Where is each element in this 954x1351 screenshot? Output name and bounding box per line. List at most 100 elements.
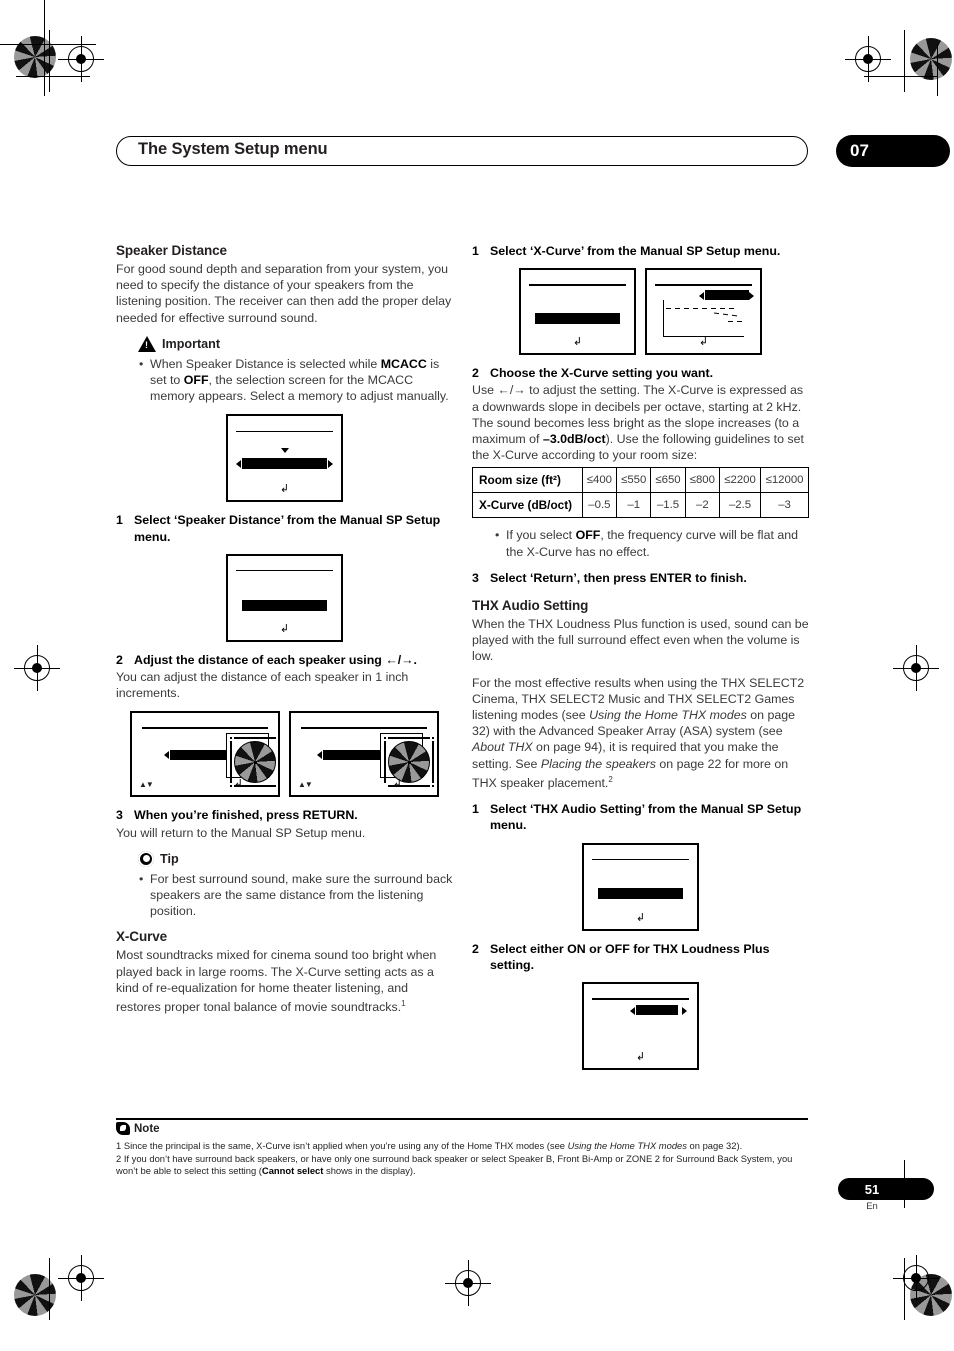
osd-divider (301, 727, 427, 729)
osd-divider (235, 430, 334, 433)
table-cell: ≤800 (684, 467, 721, 494)
osd-divider (528, 284, 627, 286)
footnote-1: 1 Since the principal is the same, X-Cur… (116, 1140, 816, 1153)
return-icon: ↲ (635, 911, 646, 924)
osd-x-curve-pair: ↲ ↲ (472, 268, 809, 356)
step-text: Select ‘Return’, then press ENTER to fin… (490, 570, 747, 585)
tip-bullet-list: For best surround sound, make sure the s… (116, 871, 453, 920)
note-header: Note (116, 1122, 160, 1135)
important-text-pre: When Speaker Distance is selected while (150, 356, 381, 371)
table-cell: –3 (760, 492, 809, 519)
step-1-select-x-curve: 1 Select ‘X-Curve’ from the Manual SP Set… (472, 243, 809, 259)
room-size-label: Room size (ft²) (479, 473, 561, 488)
step-text: Choose the X-Curve setting you want. (490, 366, 714, 381)
footnote-2-post: shows in the display). (323, 1165, 416, 1177)
step-number: 2 (472, 366, 479, 381)
step-number: 2 (116, 652, 123, 667)
speaker-cell (432, 741, 434, 784)
step-2-choose-x-curve: 2 Choose the X-Curve setting you want. (472, 365, 809, 381)
x-curve-intro-text: Most soundtracks mixed for cinema sound … (116, 948, 437, 1015)
step-1-select-thx-audio: 1 Select ‘THX Audio Setting’ from the Man… (472, 801, 809, 833)
registration-mark-bottom-right (893, 1255, 939, 1301)
step-3-finish: 3 When you’re finished, press RETURN. (116, 807, 453, 823)
speaker-cell (234, 737, 276, 740)
footnote-1-ref: Using the Home THX modes (567, 1140, 687, 1151)
footnote-2-pre: 2 If you don’t have surround back speake… (116, 1152, 793, 1177)
table-header-room-size: Room size (ft²) (472, 467, 583, 494)
crop-mark-corner-tr-h (864, 76, 938, 77)
x-curve-flat-segment (665, 307, 735, 309)
step-2-body: Use ←/→ to adjust the setting. The X-Cur… (472, 382, 809, 463)
crop-mark-corner-br-v (904, 1258, 905, 1320)
arrow-left-icon (699, 291, 704, 300)
registration-mark-mid-left (14, 645, 60, 691)
step-text: Select ‘Speaker Distance’ from the Manua… (134, 513, 441, 544)
tip-callout: Tip (136, 848, 453, 869)
x-curve-tail-segment (728, 320, 745, 322)
list-item: When Speaker Distance is selected while … (139, 356, 453, 405)
chapter-number-badge: 07 (836, 135, 950, 167)
thx-audio-para-1: When the THX Loudness Plus function is u… (472, 617, 809, 664)
note-icon (116, 1122, 130, 1135)
step-text: Select either ON or OFF for THX Loudness… (490, 941, 770, 972)
off-term: OFF (183, 373, 209, 388)
step-2-body: You can adjust the distance of each spea… (116, 670, 409, 701)
return-icon: ↲ (698, 336, 709, 349)
warning-triangle-icon (138, 335, 156, 352)
table-cell: –1 (616, 492, 652, 519)
note-label: Note (134, 1122, 160, 1135)
table-cell: ≤650 (650, 467, 686, 494)
important-bullet-list: When Speaker Distance is selected while … (116, 356, 453, 405)
table-cell: –0.5 (581, 492, 618, 519)
speaker-cell (230, 737, 232, 740)
off-bullet-list: If you select OFF, the frequency curve w… (472, 527, 809, 559)
room-size-x-curve-table: Room size (ft²) ≤400 ≤550 ≤650 ≤800 ≤220… (472, 467, 809, 519)
arrow-left-icon (236, 460, 241, 469)
listening-position-marker (234, 741, 276, 784)
speaker-cell-empty (278, 785, 280, 787)
table-row-x-curve: X-Curve (dB/oct) –0.5 –1 –1.5 –2 –2.5 –3 (472, 492, 809, 519)
osd-distance-value-bar (323, 749, 381, 760)
step-number: 3 (116, 808, 123, 823)
arrow-left-icon (630, 1006, 635, 1015)
osd-x-curve-graph-screen: ↲ (645, 268, 762, 356)
osd-selected-item-bar (534, 313, 621, 325)
osd-on-off-value-bar (636, 1005, 678, 1015)
registration-mark-top-left (58, 36, 104, 82)
step-text: When you’re finished, press RETURN. (134, 808, 358, 823)
list-item: If you select OFF, the frequency curve w… (495, 527, 809, 559)
ref-placing-speakers: Placing the speakers (540, 756, 656, 771)
step-number: 3 (472, 570, 479, 585)
step-2-adjust-distance: 2 Adjust the distance of each speaker usi… (116, 652, 453, 668)
step-number: 2 (472, 941, 479, 956)
step-1-speaker-distance: 1 Select ‘Speaker Distance’ from the Manu… (116, 512, 453, 544)
speaker-distance-heading: Speaker Distance (116, 243, 227, 258)
footnote-2: 2 If you don’t have surround back speake… (116, 1153, 816, 1178)
off-term: OFF (575, 528, 601, 543)
cannot-select-term: Cannot select (261, 1165, 324, 1177)
step-3-body: You will return to the Manual SP Setup m… (116, 825, 366, 840)
osd-x-curve-menu-screen: ↲ (519, 268, 636, 356)
speaker-cell (388, 737, 430, 740)
crop-mark-corner-tr-v (904, 30, 905, 92)
important-label: Important (162, 336, 221, 351)
osd-thx-audio-menu-screen: ↲ (582, 842, 699, 931)
x-curve-response-graph (662, 300, 745, 337)
speaker-cell (278, 741, 280, 784)
table-cell: ≤400 (581, 467, 618, 494)
step-text: Adjust the distance of each speaker usin… (134, 652, 417, 667)
table-row-room-size: Room size (ft²) ≤400 ≤550 ≤650 ≤800 ≤220… (472, 467, 809, 494)
crop-mark-corner-tl-v (49, 30, 50, 92)
x-curve-slope-segment (713, 312, 738, 317)
thx-audio-para-2: For the most effective results when usin… (472, 675, 809, 792)
speaker-layout-diagram (226, 733, 280, 788)
osd-divider (591, 998, 690, 1000)
speaker-cell (278, 737, 280, 740)
crop-mark-v-left (44, 0, 45, 96)
x-curve-intro: Most soundtracks mixed for cinema sound … (116, 947, 453, 1015)
arrow-left-icon (164, 751, 169, 760)
osd-speaker-distance-pair: ▲▼ ↲ ▲▼ ↲ (116, 711, 453, 798)
off-text-pre: If you select (506, 528, 576, 543)
tip-label: Tip (160, 851, 179, 866)
crop-mark-right-edge (937, 44, 938, 96)
